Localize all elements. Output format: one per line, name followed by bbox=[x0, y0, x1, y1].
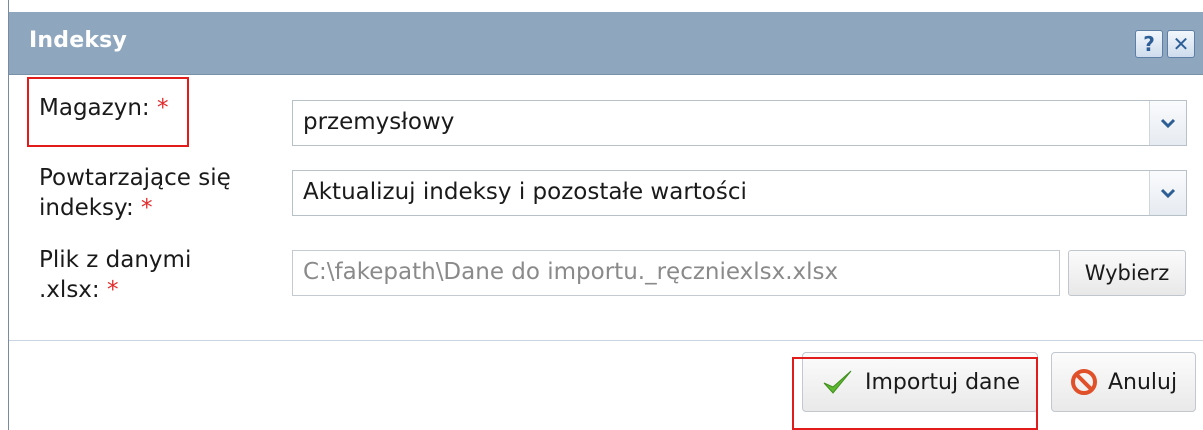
required-marker: * bbox=[156, 95, 169, 121]
close-icon: ✕ bbox=[1172, 32, 1190, 56]
dialog-title: Indeksy bbox=[29, 28, 127, 53]
warehouse-label: Magazyn: * bbox=[39, 93, 168, 123]
footer-separator bbox=[9, 340, 1203, 341]
chevron-down-icon bbox=[1160, 188, 1176, 199]
dialog-titlebar: Indeksy ? ✕ bbox=[9, 12, 1203, 75]
checkmark-icon bbox=[821, 366, 853, 398]
file-path-value: C:\fakepath\Dane do importu._ręczniexlsx… bbox=[303, 259, 839, 285]
cancel-icon bbox=[1070, 368, 1098, 396]
file-label: Plik z danymi .xlsx: * bbox=[39, 245, 191, 305]
chevron-down-icon bbox=[1160, 118, 1176, 129]
duplicates-select-value: Aktualizuj indeksy i pozostałe wartości bbox=[303, 179, 747, 205]
warehouse-select[interactable]: przemysłowy bbox=[292, 100, 1187, 146]
file-label-line2: .xlsx: bbox=[39, 277, 100, 303]
required-marker: * bbox=[141, 195, 153, 221]
duplicates-select[interactable]: Aktualizuj indeksy i pozostałe wartości bbox=[292, 170, 1187, 216]
help-button[interactable]: ? bbox=[1135, 30, 1163, 58]
duplicates-label-line1: Powtarzające się bbox=[39, 165, 231, 191]
duplicates-dropdown-trigger[interactable] bbox=[1149, 171, 1186, 215]
import-data-label: Importuj dane bbox=[865, 369, 1020, 395]
cancel-label: Anuluj bbox=[1108, 369, 1178, 395]
close-button[interactable]: ✕ bbox=[1167, 30, 1195, 58]
choose-file-button[interactable]: Wybierz bbox=[1068, 250, 1186, 296]
warehouse-select-value: przemysłowy bbox=[303, 109, 455, 135]
indeksy-dialog: Indeksy ? ✕ Magazyn: * przemysłowy Powta… bbox=[8, 0, 1203, 430]
question-icon: ? bbox=[1143, 32, 1155, 56]
warehouse-label-text: Magazyn: bbox=[39, 95, 150, 121]
duplicates-label-line2: indeksy: bbox=[39, 195, 134, 221]
cancel-button[interactable]: Anuluj bbox=[1051, 352, 1196, 412]
file-label-line1: Plik z danymi bbox=[39, 247, 192, 273]
required-marker: * bbox=[106, 277, 119, 303]
warehouse-dropdown-trigger[interactable] bbox=[1149, 101, 1186, 145]
file-path-field[interactable]: C:\fakepath\Dane do importu._ręczniexlsx… bbox=[292, 250, 1060, 296]
import-data-button[interactable]: Importuj dane bbox=[802, 352, 1038, 412]
duplicates-label: Powtarzające się indeksy: * bbox=[39, 163, 231, 223]
